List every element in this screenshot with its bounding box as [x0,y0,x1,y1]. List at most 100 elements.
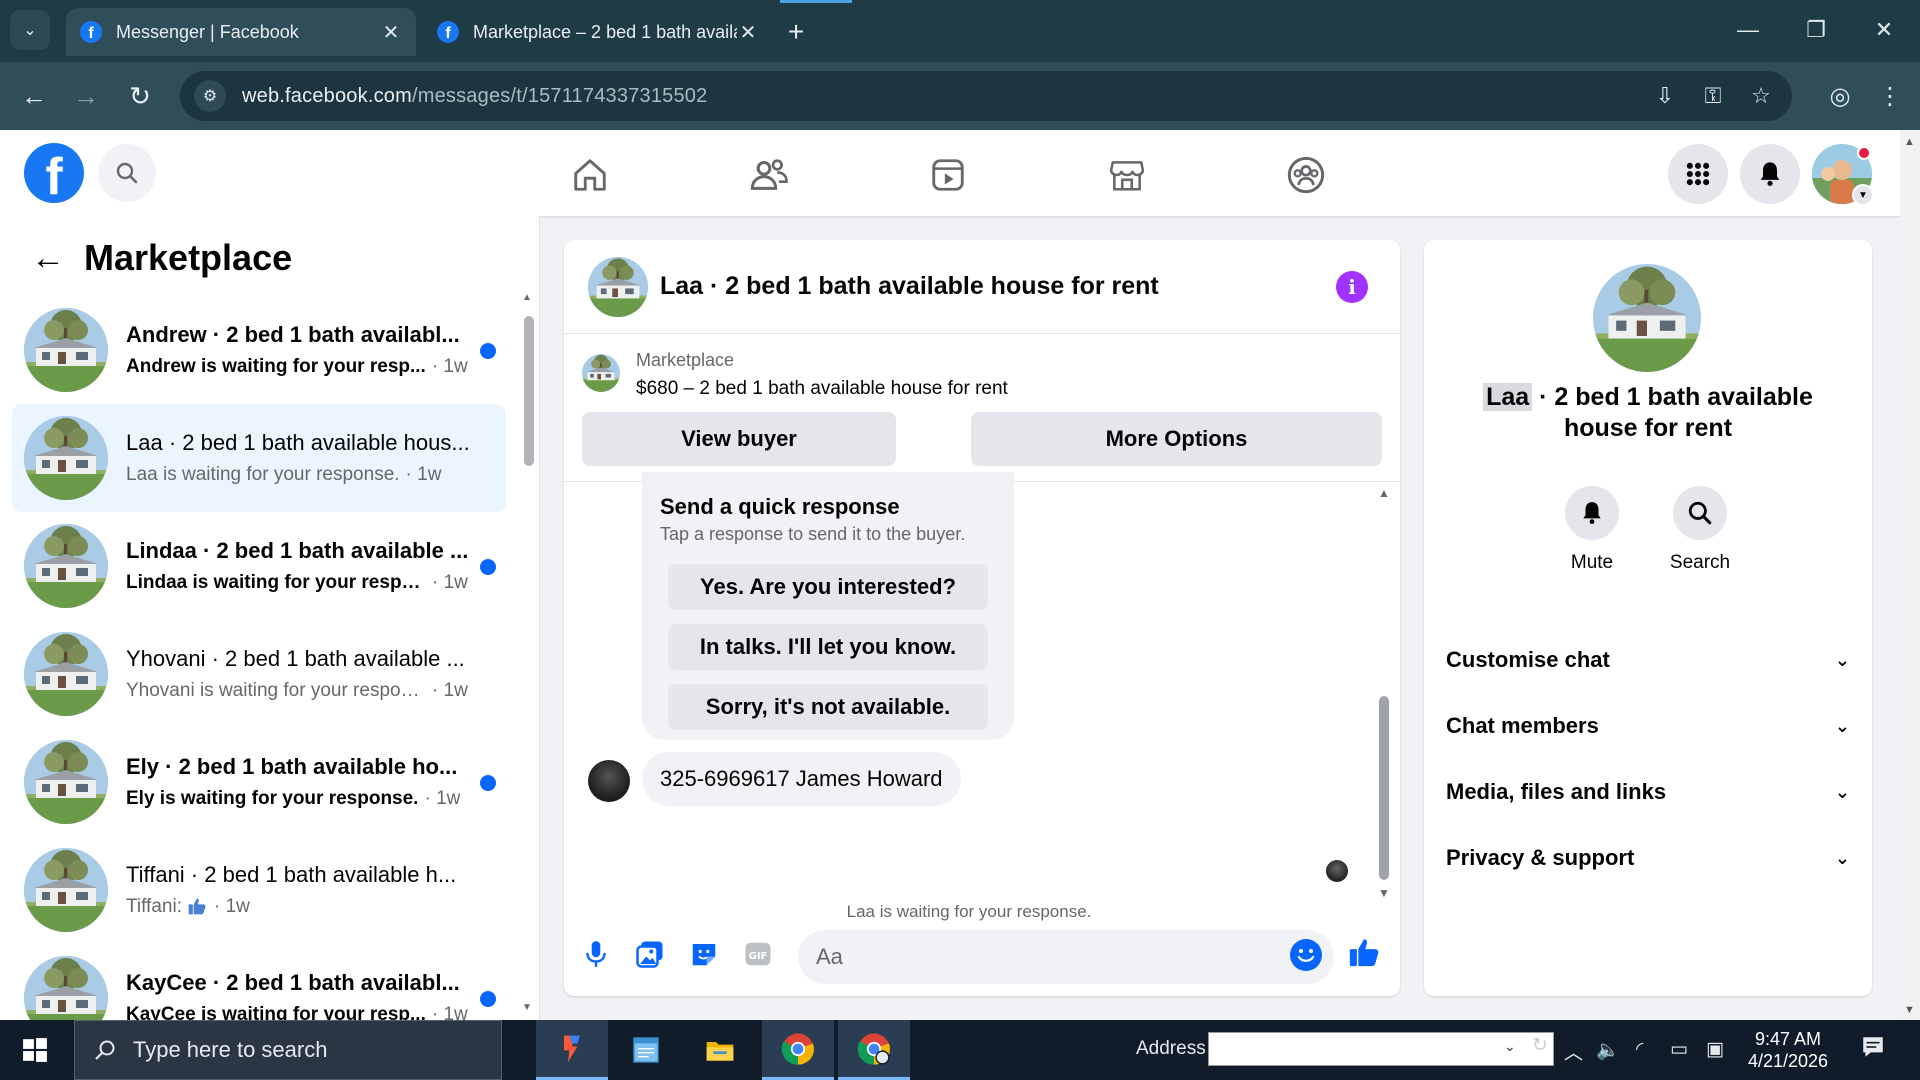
more-menu-icon[interactable]: ⋮ [1870,76,1910,116]
info-icon[interactable]: i [1336,271,1368,303]
taskbar-address-input[interactable] [1208,1032,1554,1066]
sidebar-scroll-thumb[interactable] [524,316,534,466]
conversation-item[interactable]: Andrew · 2 bed 1 bath availabl... Andrew … [12,296,506,404]
sticker-icon[interactable] [686,936,722,972]
thread-scroll-down-icon[interactable]: ▼ [1378,886,1390,900]
bookmark-star-icon[interactable]: ☆ [1744,79,1778,113]
scroll-up-arrow-icon[interactable]: ▲ [522,292,532,303]
install-app-icon[interactable]: ⇩ [1648,79,1682,113]
listing-small-thumbnail[interactable] [582,354,620,392]
conversation-item[interactable]: Ely · 2 bed 1 bath available ho... Ely is… [12,728,506,836]
home-nav-icon[interactable] [567,152,613,198]
tab-messenger[interactable]: f Messenger | Facebook ✕ [66,8,416,56]
restore-window-button[interactable]: ❐ [1796,12,1836,48]
sender-avatar[interactable] [588,760,630,802]
page-scroll-down-icon[interactable]: ▼ [1904,1004,1915,1016]
wifi-icon[interactable]: ◜ [1636,1038,1643,1061]
page-scroll-up-icon[interactable]: ▲ [1904,136,1915,148]
privacy-support-section[interactable]: Privacy & support ⌄ [1446,830,1850,886]
facebook-search-button[interactable] [98,144,156,202]
taskbar-app-file-explorer[interactable] [684,1020,756,1080]
info-listing-avatar[interactable] [1593,264,1701,372]
taskbar-app-chrome-profile[interactable] [838,1020,910,1080]
view-buyer-button[interactable]: View buyer [582,412,896,466]
facebook-header: f ▼ [0,130,1900,216]
groups-nav-icon[interactable] [1283,152,1329,198]
close-tab-icon[interactable]: ✕ [737,20,759,45]
conversation-name: Lindaa · 2 bed 1 bath available ... [126,538,469,563]
clock-time: 9:47 AM [1754,1029,1822,1049]
account-caret-icon[interactable]: ▼ [1852,184,1874,206]
taskbar-app-chrome[interactable] [762,1020,834,1080]
quick-reply-interested[interactable]: Yes. Are you interested? [668,564,988,610]
conversation-thumbnail [24,740,108,824]
tab-search-menu-button[interactable]: ⌄ [10,10,50,50]
search-label: Search [1669,552,1731,573]
info-name-highlight: Laa [1483,383,1533,411]
conversation-item[interactable]: Tiffani · 2 bed 1 bath available h... Tif… [12,836,506,944]
minimize-window-button[interactable]: — [1728,12,1768,48]
back-button[interactable]: ← [14,76,54,116]
facebook-logo-icon[interactable]: f [24,143,84,203]
taskbar-search-box[interactable]: Type here to search [74,1020,502,1080]
listing-thumbnail[interactable] [588,256,648,317]
address-refresh-icon[interactable]: ↻ [1532,1034,1548,1057]
customise-chat-section[interactable]: Customise chat ⌄ [1446,632,1850,688]
message-bubble[interactable]: 325-6969617 James Howard [642,752,961,806]
battery-icon[interactable]: ▭ [1670,1038,1688,1061]
marketplace-nav-icon[interactable] [1104,152,1150,198]
thread-scroll-up-icon[interactable]: ▲ [1378,486,1390,500]
address-dropdown-icon[interactable]: ⌄ [1504,1038,1516,1055]
scroll-down-arrow-icon[interactable]: ▼ [522,1002,532,1013]
taskbar-clock[interactable]: 9:47 AM 4/21/2026 [1738,1028,1838,1072]
back-arrow-icon[interactable]: ← [26,236,70,280]
voice-clip-icon[interactable] [578,936,614,972]
chat-members-section[interactable]: Chat members ⌄ [1446,698,1850,754]
emoji-icon[interactable] [1290,939,1322,971]
seen-indicator-avatar [1326,860,1348,882]
quick-reply-in-talks[interactable]: In talks. I'll let you know. [668,624,988,670]
conversation-item[interactable]: Laa · 2 bed 1 bath available hous... Laa … [12,404,506,512]
conversation-item[interactable]: Yhovani · 2 bed 1 bath available ... Yhov… [12,620,506,728]
tab-marketplace[interactable]: f Marketplace – 2 bed 1 bath available h… [423,8,773,56]
close-window-button[interactable]: ✕ [1864,12,1904,48]
forward-button[interactable]: → [66,76,106,116]
volume-icon[interactable]: 🔈 [1596,1038,1620,1062]
reload-button[interactable]: ↻ [120,76,160,116]
mute-action[interactable]: Mute [1547,486,1637,574]
windows-start-button[interactable] [14,1034,58,1066]
gif-icon[interactable]: GIF [740,936,776,972]
chat-title[interactable]: Laa · 2 bed 1 bath available house for r… [660,272,1159,301]
page-scrollbar[interactable]: ▲ ▼ [1900,130,1920,1020]
attach-photo-icon[interactable] [632,936,668,972]
notifications-center-icon[interactable] [1860,1034,1886,1066]
section-label: Media, files and links [1446,779,1667,804]
taskbar-app-notepad[interactable] [610,1020,682,1080]
video-nav-icon[interactable] [925,152,971,198]
search-in-chat-button[interactable] [1673,486,1727,540]
media-files-links-section[interactable]: Media, files and links ⌄ [1446,764,1850,820]
tray-overflow-icon[interactable]: ︿ [1564,1038,1583,1065]
taskbar-app-pinned-tool[interactable] [536,1020,608,1080]
site-settings-icon[interactable]: ⚙ [194,80,226,112]
bell-icon [1583,502,1601,525]
message-input[interactable]: Aa [798,930,1334,984]
notifications-button[interactable] [1740,144,1800,204]
menu-grid-button[interactable] [1668,144,1728,204]
close-tab-icon[interactable]: ✕ [380,20,402,45]
conversation-item[interactable]: Lindaa · 2 bed 1 bath available ... Linda… [12,512,506,620]
mute-button[interactable] [1565,486,1619,540]
listing-price-title[interactable]: $680 – 2 bed 1 bath available house for … [636,378,1008,400]
section-label: Customise chat [1446,647,1610,672]
thread-scroll-thumb[interactable] [1379,696,1389,880]
meet-now-icon[interactable]: ▣ [1706,1038,1724,1061]
password-key-icon[interactable]: ⚿ [1696,79,1730,113]
quick-reply-not-available[interactable]: Sorry, it's not available. [668,684,988,730]
friends-nav-icon[interactable] [746,152,792,198]
more-options-button[interactable]: More Options [971,412,1382,466]
profile-icon[interactable]: ◎ [1820,76,1860,116]
address-bar[interactable]: ⚙ web.facebook.com/messages/t/1571174337… [180,71,1792,121]
search-action[interactable]: Search [1655,486,1745,574]
new-tab-button[interactable]: + [778,14,814,50]
like-thumb-icon[interactable] [1346,934,1382,970]
